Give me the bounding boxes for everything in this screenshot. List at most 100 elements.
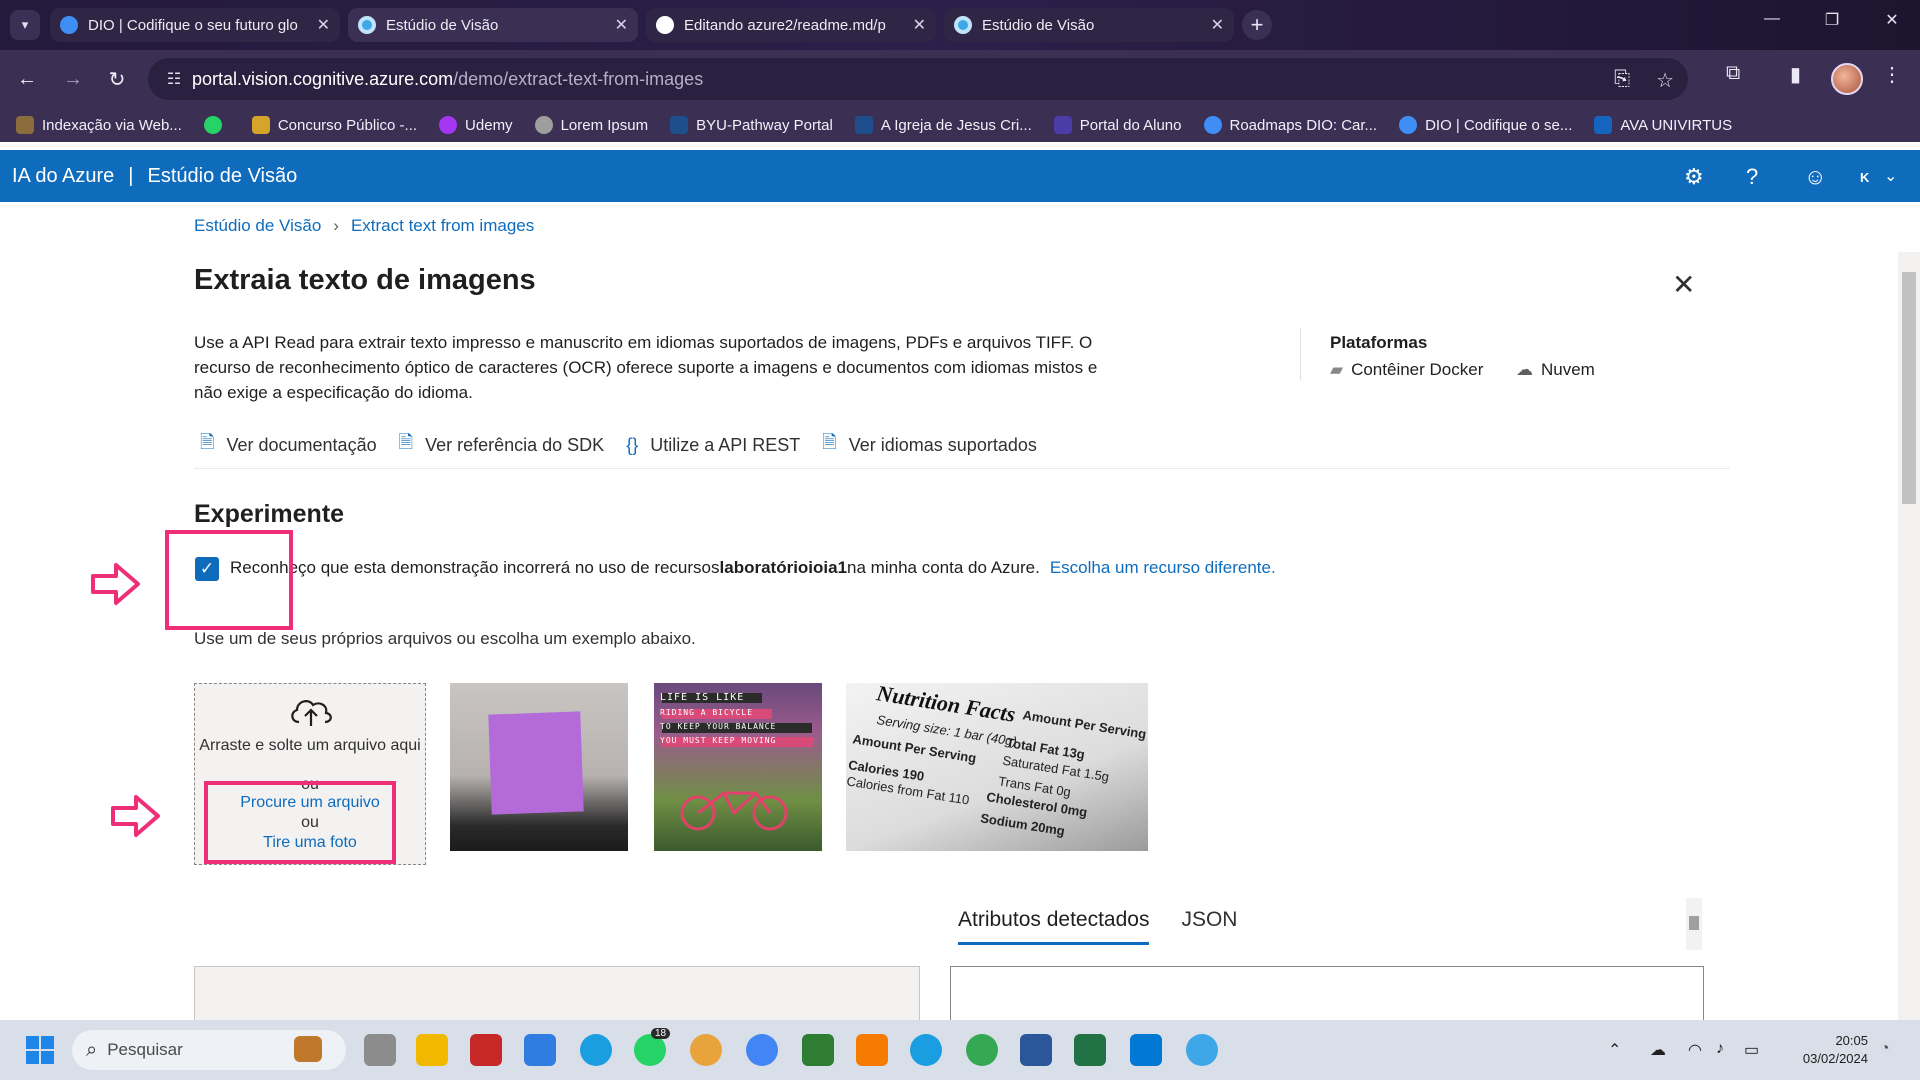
side-panel-icon[interactable]: ▮	[1790, 62, 1801, 87]
restore-icon[interactable]: ❐	[1812, 10, 1852, 30]
breadcrumb-current-link[interactable]: Extract text from images	[351, 216, 534, 236]
vscode-icon[interactable]	[1130, 1034, 1162, 1066]
account-chevron-down-icon[interactable]: ⌄	[1884, 166, 1897, 186]
close-tab-icon[interactable]: ✕	[913, 15, 926, 35]
browser-menu-icon[interactable]: ⋮	[1882, 62, 1902, 87]
edge-dev-icon[interactable]	[910, 1034, 942, 1066]
platform-label: Contêiner Docker	[1351, 360, 1484, 379]
bookmark-item[interactable]: Udemy	[439, 116, 513, 134]
onedrive-icon[interactable]: ☁	[1650, 1040, 1666, 1060]
notifications-icon[interactable]: ◔	[1880, 1040, 1890, 1058]
user-initial[interactable]: K	[1860, 170, 1869, 185]
bookmark-item[interactable]: Concurso Público -...	[251, 116, 417, 134]
bookmark-item[interactable]: Roadmaps DIO: Car...	[1203, 116, 1377, 134]
bookmark-item[interactable]: AVA UNIVIRTUS	[1594, 116, 1732, 134]
edge-icon[interactable]	[580, 1034, 612, 1066]
close-window-icon[interactable]: ✕	[1872, 10, 1912, 30]
close-tab-icon[interactable]: ✕	[615, 15, 628, 35]
bookmark-item[interactable]: Lorem Ipsum	[534, 116, 648, 134]
settings-gear-icon[interactable]: ⚙	[1684, 164, 1704, 190]
results-scrollbar[interactable]	[1686, 898, 1702, 950]
minimize-icon[interactable]: —	[1752, 10, 1792, 28]
link-documentation[interactable]: 🗎 Ver documentação	[200, 430, 377, 460]
file-explorer-icon[interactable]	[416, 1034, 448, 1066]
document-icon: 🗎	[398, 432, 414, 452]
acknowledge-text: Reconheço que esta demonstração incorrer…	[230, 558, 1276, 578]
windows-start-icon[interactable]	[26, 1036, 54, 1064]
sample-image-bicycle[interactable]: LIFE IS LIKE RIDING A BICYCLE TO KEEP YO…	[654, 683, 822, 851]
link-rest-api[interactable]: {} Utilize a API REST	[626, 430, 800, 460]
azure-brand-link[interactable]: IA do Azure	[12, 165, 114, 188]
bookmark-item[interactable]: Indexação via Web...	[16, 116, 182, 134]
wifi-icon[interactable]: ◠	[1688, 1040, 1702, 1060]
sample-image-nutrition-facts[interactable]: Nutrition Facts Serving size: 1 bar (40g…	[846, 683, 1148, 851]
browser-tab-vision-studio-2[interactable]: Estúdio de Visão ✕	[944, 8, 1234, 42]
tab-detected-attributes[interactable]: Atributos detectados	[958, 908, 1150, 945]
close-tab-icon[interactable]: ✕	[1211, 15, 1224, 35]
new-tab-button[interactable]: +	[1242, 10, 1272, 40]
ack-prefix: Reconheço que esta demonstração incorrer…	[230, 558, 720, 577]
choose-other-resource-link[interactable]: Escolha um recurso diferente.	[1050, 558, 1276, 577]
word-icon[interactable]	[1020, 1034, 1052, 1066]
help-icon[interactable]: ?	[1746, 164, 1758, 190]
page-scrollbar-thumb[interactable]	[1902, 272, 1916, 504]
tab-title: DIO | Codifique o seu futuro glo	[88, 16, 298, 34]
browser-tab-dio[interactable]: DIO | Codifique o seu futuro glo ✕	[50, 8, 340, 42]
browser-toolbar: ← → ↻ ☷ portal.vision.cognitive.azure.co…	[0, 50, 1920, 108]
chrome-icon[interactable]	[690, 1034, 722, 1066]
back-arrow-icon[interactable]: ←	[12, 64, 42, 94]
drop-instructions: Arraste e solte um arquivo aqui	[199, 737, 421, 754]
app-title-link[interactable]: Estúdio de Visão	[148, 165, 298, 188]
sample-image-sticky-note[interactable]	[450, 683, 628, 851]
excel-icon[interactable]	[1074, 1034, 1106, 1066]
link-sdk-reference[interactable]: 🗎 Ver referência do SDK	[399, 430, 605, 460]
browser-tab-vision-studio[interactable]: Estúdio de Visão ✕	[348, 8, 638, 42]
browser-tab-github[interactable]: Editando azure2/readme.md/p ✕	[646, 8, 936, 42]
mcafee-icon[interactable]	[470, 1034, 502, 1066]
bookmark-item[interactable]: DIO | Codifique o se...	[1399, 116, 1572, 134]
address-bar[interactable]: ☷ portal.vision.cognitive.azure.com/demo…	[148, 58, 1688, 100]
udemy-icon	[439, 116, 458, 134]
battery-icon[interactable]: ▭	[1744, 1040, 1759, 1060]
extensions-icon[interactable]: ⧉	[1726, 62, 1740, 85]
notepad-icon[interactable]	[524, 1034, 556, 1066]
bookmark-item[interactable]: BYU-Pathway Portal	[670, 116, 833, 134]
annotation-highlight-browse	[204, 781, 396, 864]
bookmark-item[interactable]: A Igreja de Jesus Cri...	[854, 116, 1032, 134]
cloud-icon: ☁	[1516, 360, 1533, 379]
close-icon[interactable]: ✕	[1672, 268, 1695, 301]
reload-icon[interactable]: ↻	[102, 64, 132, 94]
feedback-smiley-icon[interactable]: ☺	[1804, 164, 1826, 190]
chrome-profile-icon[interactable]	[746, 1034, 778, 1066]
page-scrollbar[interactable]	[1898, 252, 1920, 1020]
sublime-text-icon[interactable]	[856, 1034, 888, 1066]
breadcrumb-root-link[interactable]: Estúdio de Visão	[194, 216, 321, 236]
taskbar-clock[interactable]: 20:05 03/02/2024	[1790, 1032, 1868, 1068]
bookmark-star-icon[interactable]: ☆	[1656, 68, 1674, 93]
chrome-app-icon[interactable]	[1186, 1034, 1218, 1066]
briefcase-icon[interactable]	[294, 1036, 322, 1062]
search-icon: ⌕	[86, 1038, 98, 1061]
profile-avatar[interactable]	[1831, 63, 1863, 95]
link-supported-languages[interactable]: 🗎 Ver idiomas suportados	[822, 430, 1037, 460]
volume-icon[interactable]: ♪	[1716, 1040, 1724, 1058]
bookmark-item[interactable]: Portal do Aluno	[1053, 116, 1182, 134]
chevron-up-icon[interactable]: ⌃	[1608, 1040, 1621, 1060]
app-icon[interactable]	[802, 1034, 834, 1066]
scrollbar-thumb[interactable]	[1689, 916, 1699, 930]
bookmark-item-whatsapp[interactable]	[203, 116, 230, 134]
document-icon: 🗎	[822, 432, 837, 452]
resource-links: 🗎 Ver documentação 🗎 Ver referência do SDK…	[200, 430, 1037, 460]
close-tab-icon[interactable]: ✕	[317, 15, 330, 35]
translate-icon[interactable]: ⎘	[1614, 68, 1630, 93]
bookmark-label: Indexação via Web...	[42, 116, 182, 134]
whatsapp-icon	[203, 116, 222, 134]
task-view-icon[interactable]	[364, 1034, 396, 1066]
bookmark-label: A Igreja de Jesus Cri...	[880, 116, 1032, 134]
tab-search-menu-button[interactable]: ▾	[10, 10, 40, 40]
sample-text-line: YOU MUST KEEP MOVING	[660, 736, 777, 745]
tab-json[interactable]: JSON	[1181, 908, 1237, 945]
forward-arrow-icon[interactable]: →	[58, 64, 88, 94]
chrome-canary-icon[interactable]	[966, 1034, 998, 1066]
site-settings-icon[interactable]: ☷	[156, 69, 192, 89]
